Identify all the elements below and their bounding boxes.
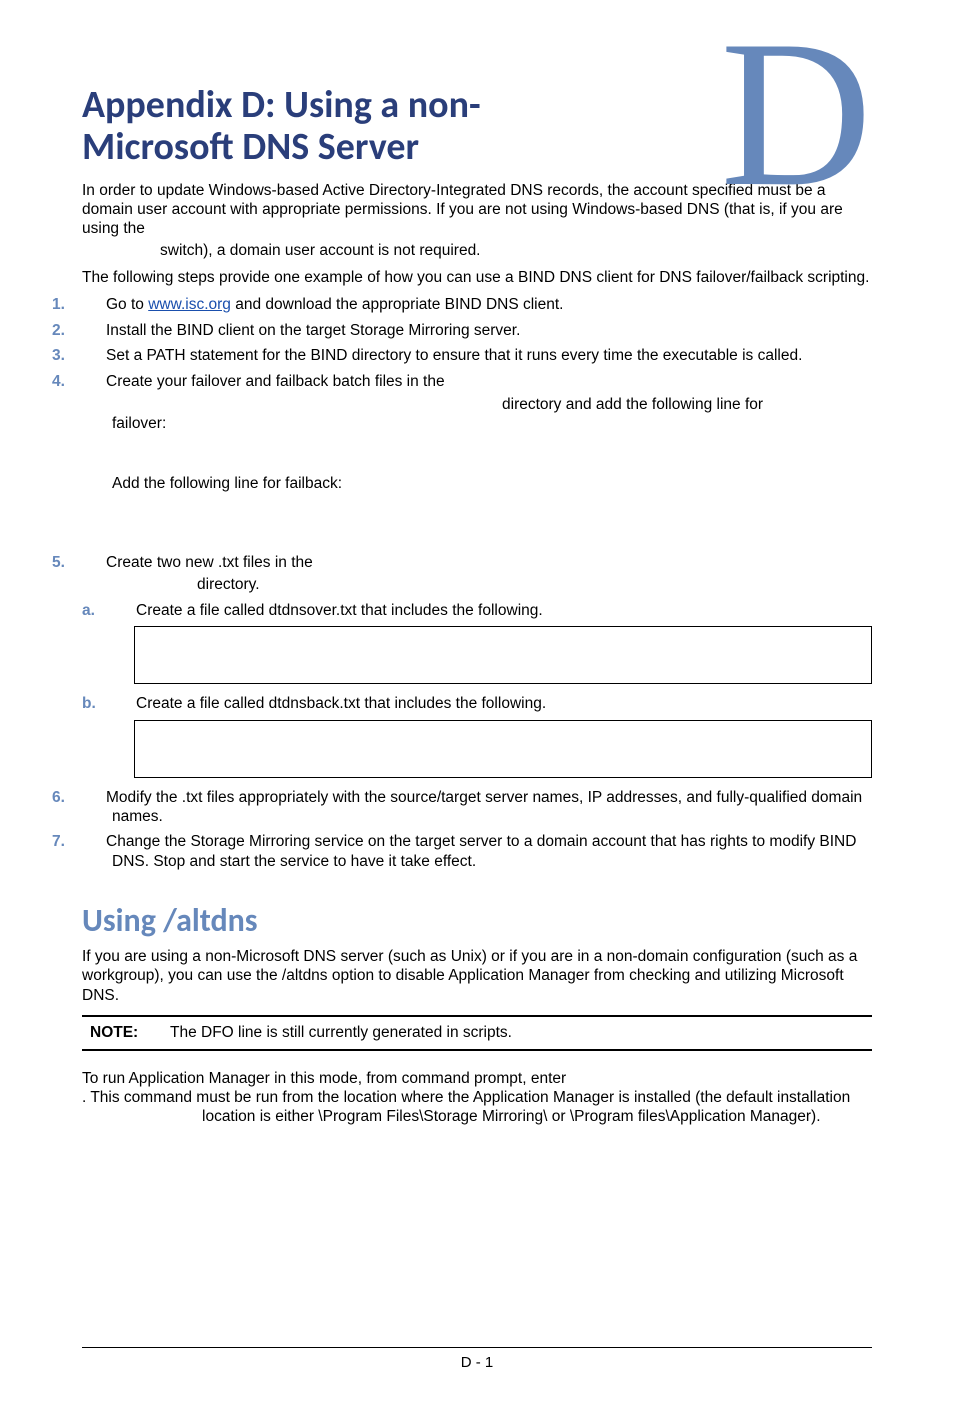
step-text: Go to	[106, 296, 148, 313]
step-2: 2.Install the BIND client on the target …	[82, 321, 872, 340]
step-text: Set a PATH statement for the BIND direct…	[106, 347, 802, 364]
step-5-dir-label: directory.	[197, 575, 872, 594]
code-box-dtdnsback	[134, 720, 872, 778]
step-4-failover-label: failover:	[112, 414, 872, 433]
step-5: 5.Create two new .txt files in the	[82, 553, 872, 572]
step-5b: b.Create a file called dtdnsback.txt tha…	[112, 694, 872, 713]
substep-text: Create a file called dtdnsback.txt that …	[136, 695, 546, 712]
note-box: NOTE:The DFO line is still currently gen…	[82, 1015, 872, 1050]
step-7: 7.Change the Storage Mirroring service o…	[82, 832, 872, 871]
step-4: 4.Create your failover and failback batc…	[82, 372, 872, 391]
isc-link[interactable]: www.isc.org	[148, 296, 231, 313]
altdns-paragraph-1: If you are using a non-Microsoft DNS ser…	[82, 947, 872, 1005]
section-title-altdns: Using /altdns	[82, 901, 872, 941]
page-title: Appendix D: Using a non-Microsoft DNS Se…	[82, 85, 602, 169]
altdns-paragraph-2b: . This command must be run from the loca…	[82, 1089, 850, 1125]
step-6: 6.Modify the .txt files appropriately wi…	[82, 788, 872, 827]
intro1b-text: switch), a domain user account is not re…	[160, 241, 872, 260]
step-text: Change the Storage Mirroring service on …	[106, 833, 856, 869]
altdns-paragraph-2a: To run Application Manager in this mode,…	[82, 1069, 872, 1088]
note-text: The DFO line is still currently generate…	[170, 1024, 512, 1041]
step-marker: 4.	[82, 372, 106, 391]
step-marker: 1.	[82, 295, 106, 314]
step-text: Modify the .txt files appropriately with…	[106, 789, 862, 825]
step-marker: 2.	[82, 321, 106, 340]
substep-marker: b.	[112, 694, 136, 713]
step-3: 3.Set a PATH statement for the BIND dire…	[82, 346, 872, 365]
step-text: Create your failover and failback batch …	[106, 373, 445, 390]
step-1: 1.Go to www.isc.org and download the app…	[82, 295, 872, 314]
substep-text: Create a file called dtdnsover.txt that …	[136, 602, 543, 619]
step-5a: a.Create a file called dtdnsover.txt tha…	[112, 601, 872, 620]
step-4-trail: directory and add the following line for	[502, 395, 872, 414]
step-marker: 3.	[82, 346, 106, 365]
chapter-letter: D	[720, 30, 872, 198]
note-label: NOTE:	[90, 1023, 170, 1042]
step-text: and download the appropriate BIND DNS cl…	[231, 296, 564, 313]
step-4-failback-label: Add the following line for failback:	[112, 474, 872, 493]
code-box-dtdnsover	[134, 626, 872, 684]
page: D Appendix D: Using a non-Microsoft DNS …	[0, 0, 954, 1402]
step-text: Create two new .txt files in the	[106, 554, 313, 571]
page-number: D - 1	[82, 1354, 872, 1373]
step-marker: 7.	[82, 832, 106, 851]
substep-marker: a.	[112, 601, 136, 620]
footer-rule	[82, 1347, 872, 1348]
step-marker: 5.	[82, 553, 106, 572]
step-marker: 6.	[82, 788, 106, 807]
step-text: Install the BIND client on the target St…	[106, 322, 520, 339]
intro-paragraph-2: The following steps provide one example …	[82, 268, 872, 287]
